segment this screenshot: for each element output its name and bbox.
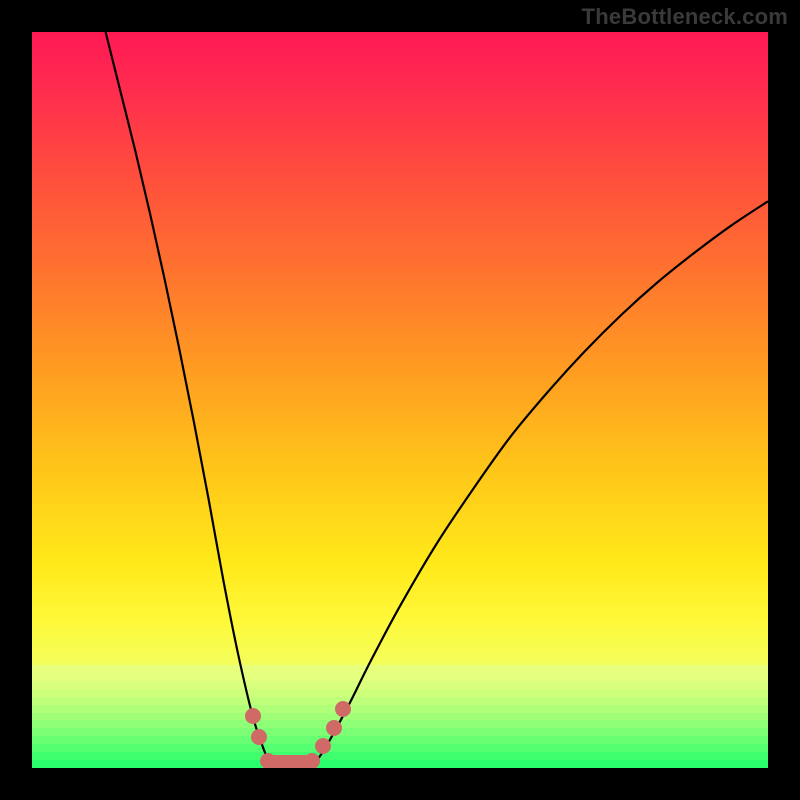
data-marker xyxy=(251,729,267,745)
data-marker xyxy=(326,720,342,736)
data-marker xyxy=(260,753,276,768)
data-marker xyxy=(289,756,305,768)
data-marker xyxy=(315,738,331,754)
data-marker xyxy=(245,708,261,724)
chart-frame: TheBottleneck.com xyxy=(0,0,800,800)
data-marker xyxy=(335,701,351,717)
plot-area xyxy=(32,32,768,768)
data-marker xyxy=(274,756,290,768)
watermark: TheBottleneck.com xyxy=(582,4,788,30)
markers xyxy=(32,32,768,768)
data-marker xyxy=(304,753,320,768)
